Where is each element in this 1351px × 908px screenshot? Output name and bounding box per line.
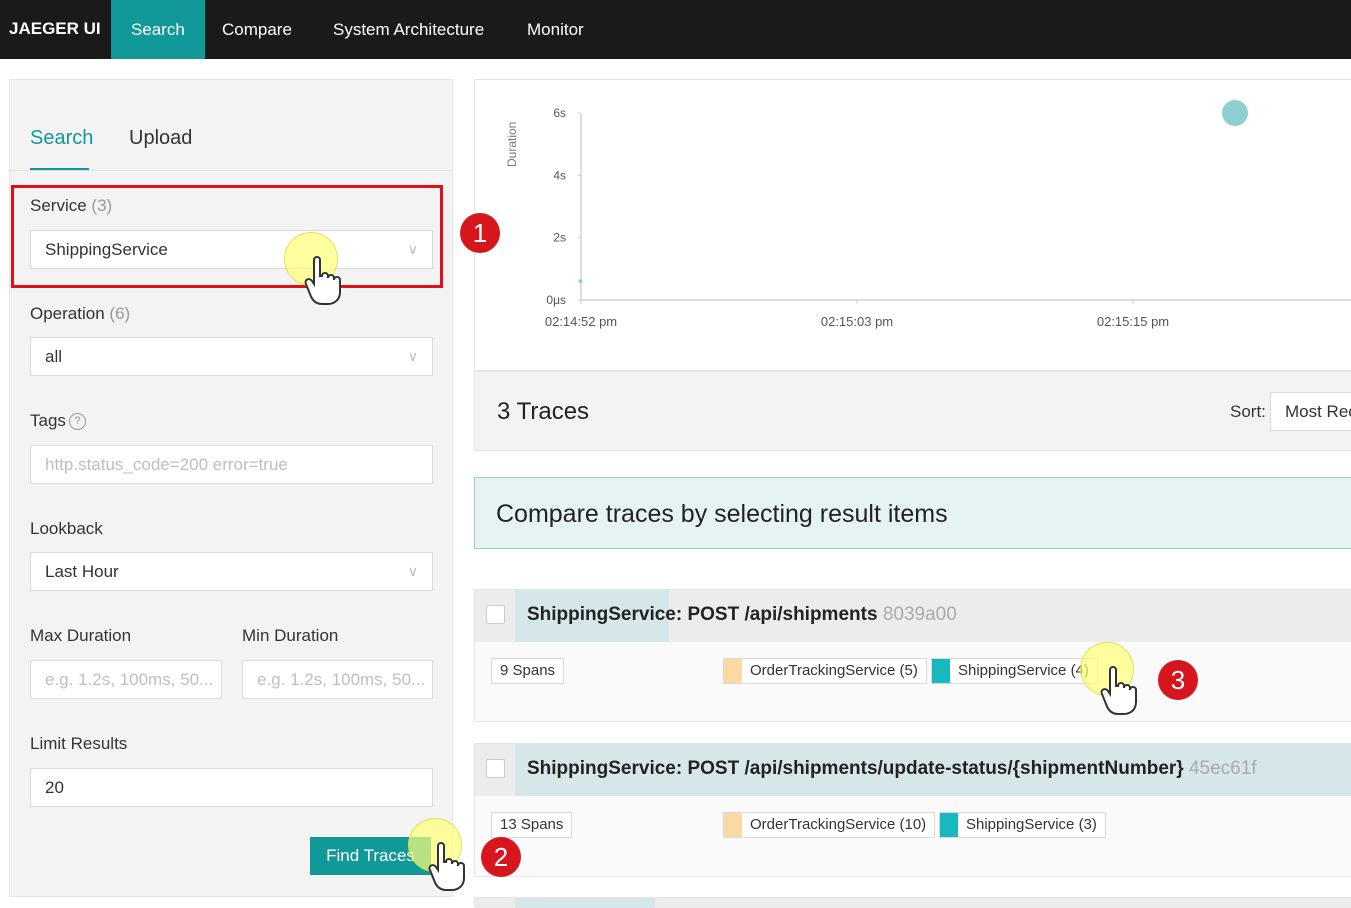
operation-select[interactable]: all ∨ — [30, 337, 433, 376]
operation-label: Operation (6) — [30, 304, 131, 323]
compare-hint-text: Compare traces by selecting result items — [496, 500, 948, 528]
nav-monitor[interactable]: Monitor — [507, 0, 604, 59]
nav-compare[interactable]: Compare — [202, 0, 312, 59]
service-tag-shipping: ShippingService (3) — [939, 812, 1106, 838]
trace-point[interactable] — [578, 279, 583, 284]
tab-search[interactable]: Search — [30, 127, 93, 150]
span-count-tag: 13 Spans — [491, 812, 573, 838]
trace-id: 45ec61f — [1188, 758, 1257, 779]
x-tick-label: 02:15:03 pm — [821, 314, 893, 329]
tags-input[interactable]: http.status_code=200 error=true — [30, 445, 433, 484]
x-tick-label: 02:15:15 pm — [1097, 314, 1169, 329]
duration-scatter-chart: Duration 6s 4s 2s 0μs 02:14:52 pm 02:15:03 p… — [505, 100, 1351, 329]
callout-badge-2: 2 — [481, 837, 521, 877]
y-tick-label: 2s — [553, 231, 566, 245]
trace-result-item[interactable] — [474, 897, 1351, 908]
hand-pointer-icon — [1100, 666, 1137, 715]
trace-compare-checkbox[interactable] — [486, 605, 505, 624]
traces-count: 3 Traces — [497, 398, 590, 425]
lookback-select-value: Last Hour — [45, 562, 119, 581]
help-icon[interactable]: ? — [68, 413, 86, 430]
max-duration-label: Max Duration — [30, 626, 132, 645]
callout-badge-3: 3 — [1158, 660, 1198, 700]
lookback-select[interactable]: Last Hour ∨ — [30, 552, 433, 591]
trace-header[interactable]: ShippingService: POST /api/shipments 803… — [475, 590, 1351, 642]
tabs-divider — [10, 170, 452, 171]
span-count-tag: 9 Spans — [491, 658, 565, 684]
limit-results-input[interactable]: 20 — [30, 768, 433, 807]
compare-hint-banner: Compare traces by selecting result items — [474, 477, 1351, 549]
callout-badge-1: 1 — [460, 213, 500, 253]
max-duration-input[interactable]: e.g. 1.2s, 100ms, 50... — [30, 660, 222, 699]
operation-select-value: all — [45, 347, 63, 366]
y-axis-label: Duration — [505, 122, 519, 167]
lookback-label: Lookback — [30, 519, 103, 538]
nav-search[interactable]: Search — [111, 0, 205, 59]
results-header: 3 Traces Sort: Most Recent — [474, 371, 1351, 451]
chevron-down-icon: ∨ — [407, 348, 418, 364]
min-duration-input[interactable]: e.g. 1.2s, 100ms, 50... — [242, 660, 433, 699]
trace-header[interactable]: ShippingService: POST /api/shipments/upd… — [475, 744, 1351, 796]
service-color-swatch — [940, 813, 958, 837]
y-tick-label: 6s — [553, 106, 566, 120]
service-color-swatch — [724, 813, 742, 837]
sort-label: Sort: — [1230, 402, 1266, 421]
limit-results-label: Limit Results — [30, 734, 128, 753]
service-tag-ordertracking: OrderTrackingService (5) — [723, 658, 927, 684]
nav-system-architecture[interactable]: System Architecture — [313, 0, 504, 59]
trace-title[interactable]: ShippingService: POST /api/shipments 803… — [527, 604, 957, 626]
service-color-swatch — [932, 659, 950, 683]
trace-result-item[interactable]: ShippingService: POST /api/shipments 803… — [474, 589, 1351, 722]
trace-compare-checkbox[interactable] — [486, 759, 505, 778]
y-tick-label: 4s — [553, 168, 566, 182]
service-tag-ordertracking: OrderTrackingService (10) — [723, 812, 936, 838]
service-highlight-box — [11, 185, 443, 288]
y-tick-label: 0μs — [546, 293, 566, 307]
trace-header[interactable] — [475, 898, 1351, 908]
trace-duration-bar — [515, 898, 655, 908]
trace-title[interactable]: ShippingService: POST /api/shipments/upd… — [527, 758, 1257, 780]
x-tick-label: 02:14:52 pm — [545, 314, 617, 329]
min-duration-label: Min Duration — [242, 626, 339, 645]
sort-select[interactable]: Most Recent — [1270, 392, 1351, 431]
chevron-down-icon: ∨ — [407, 563, 418, 579]
trace-id: 8039a00 — [882, 604, 957, 625]
tab-upload[interactable]: Upload — [129, 127, 192, 150]
service-tag-shipping: ShippingService (4) — [931, 658, 1098, 684]
hand-pointer-icon — [304, 256, 341, 305]
trace-result-item[interactable]: ShippingService: POST /api/shipments/upd… — [474, 743, 1351, 877]
brand-logo[interactable]: JAEGER UI — [9, 19, 101, 39]
service-color-swatch — [724, 659, 742, 683]
active-tab-indicator — [30, 168, 89, 170]
top-navbar: JAEGER UI Search Compare System Architec… — [0, 0, 1351, 59]
trace-point[interactable] — [1222, 100, 1248, 126]
hand-pointer-icon — [428, 842, 465, 891]
tags-label: Tags? — [30, 411, 86, 431]
